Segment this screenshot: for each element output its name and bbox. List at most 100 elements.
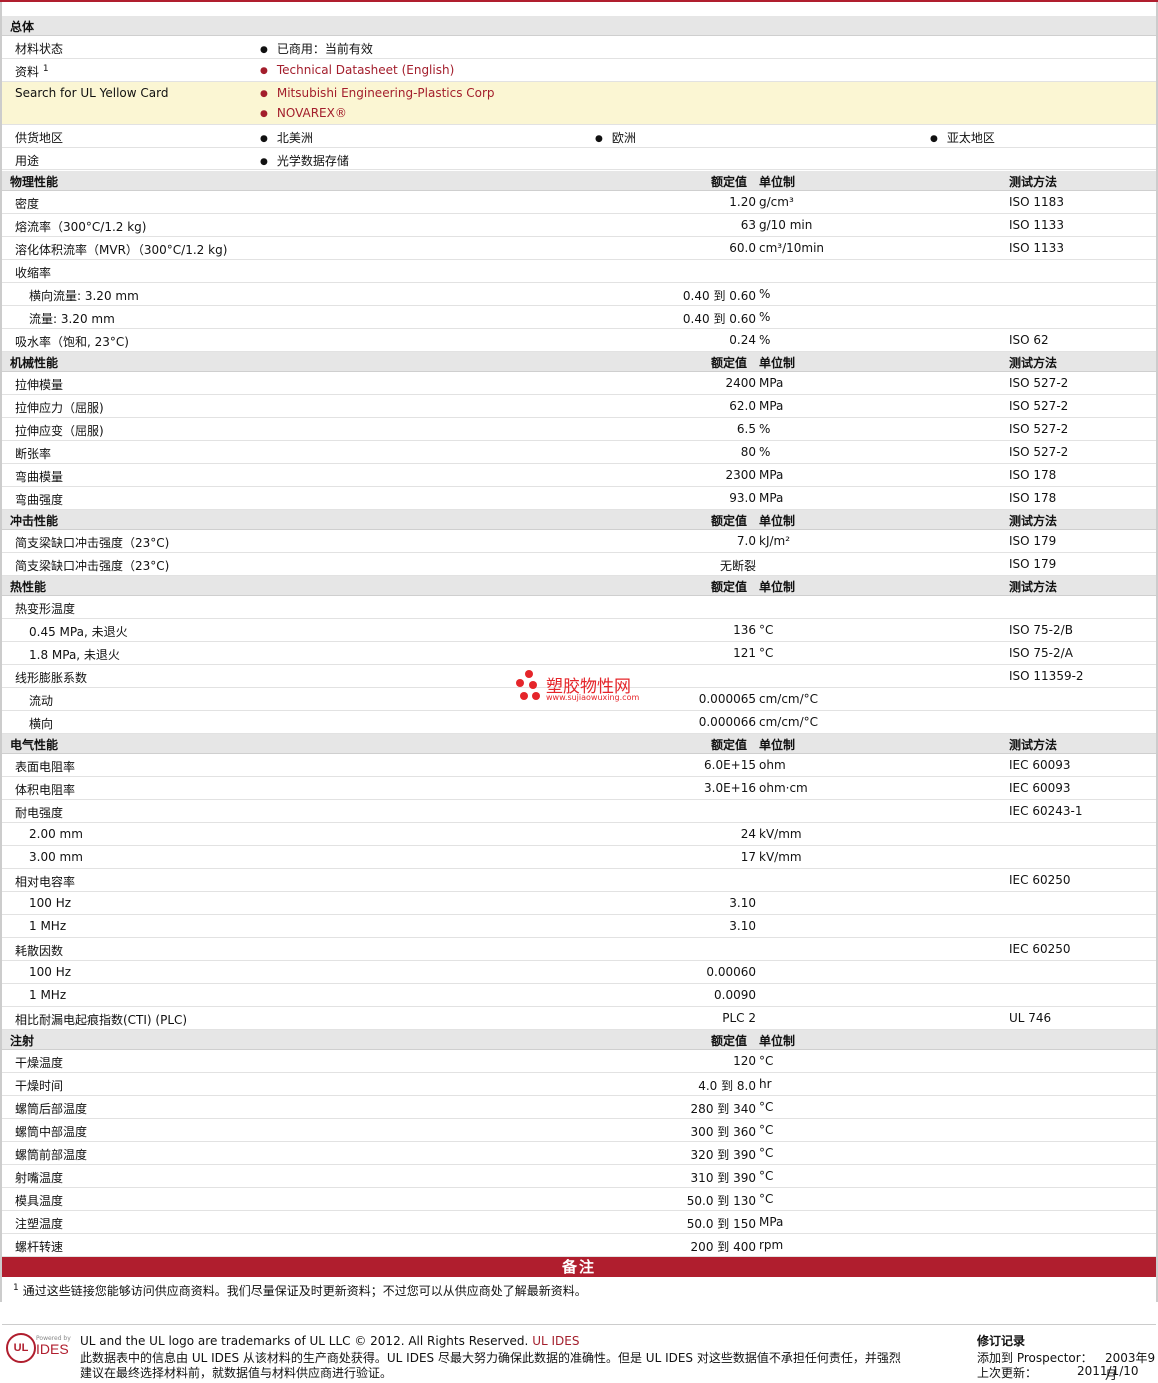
test-method: ISO 178	[1009, 468, 1057, 482]
column-header-unit: 单位制	[759, 175, 796, 189]
property-label: 耗散因数	[15, 944, 64, 958]
test-method: ISO 1133	[1009, 218, 1064, 232]
property-label: 表面电阻率	[15, 760, 76, 774]
technical-datasheet-link[interactable]: Technical Datasheet (English)	[260, 63, 454, 77]
footnote-number: 1	[13, 1283, 19, 1293]
property-row: 收缩率	[2, 260, 1156, 283]
property-value: 1.20	[729, 195, 756, 209]
row-label: 用途	[15, 154, 40, 168]
property-row: 注塑温度 50.0 到 150 MPa	[2, 1211, 1156, 1234]
property-label: 0.45 MPa, 未退火	[29, 625, 128, 639]
property-row: 耐电强度 IEC 60243-1	[2, 800, 1156, 823]
row-label: Search for UL Yellow Card	[15, 86, 169, 100]
property-row: 相比耐漏电起痕指数(CTI) (PLC) PLC 2 UL 746	[2, 1007, 1156, 1030]
property-unit: MPa	[759, 376, 784, 390]
property-row: 简支梁缺口冲击强度（23°C) 7.0 kJ/m² ISO 179	[2, 530, 1156, 553]
footer-divider	[2, 1324, 1156, 1325]
row-label: 材料状态	[15, 42, 64, 56]
section-title: 热性能	[10, 580, 47, 594]
property-label: 干燥温度	[15, 1056, 64, 1070]
property-unit: %	[759, 445, 771, 459]
section-title: 注射	[10, 1034, 35, 1048]
test-method: IEC 60250	[1009, 942, 1071, 956]
trademark-text: UL and the UL logo are trademarks of UL …	[80, 1334, 529, 1348]
property-unit: kJ/m²	[759, 534, 791, 548]
section-header-general: 总体	[2, 16, 1156, 36]
property-unit: ohm	[759, 758, 786, 772]
property-label: 1 MHz	[29, 919, 67, 933]
property-label: 收缩率	[15, 266, 52, 280]
property-label: 螺筒后部温度	[15, 1102, 88, 1116]
test-method: ISO 179	[1009, 534, 1057, 548]
property-unit: %	[759, 422, 771, 436]
test-method: ISO 75-2/B	[1009, 623, 1073, 637]
property-row: 体积电阻率 3.0E+16 ohm·cm IEC 60093	[2, 777, 1156, 800]
test-method: ISO 527-2	[1009, 445, 1069, 459]
footnote-ref: 1	[42, 64, 49, 74]
row-label: 供货地区	[15, 131, 64, 145]
property-unit: MPa	[759, 491, 784, 505]
yellow-card-link-brand[interactable]: NOVAREX®	[260, 106, 347, 120]
row-source: 资料 1 Technical Datasheet (English)	[2, 59, 1156, 82]
property-label: 注塑温度	[15, 1217, 64, 1231]
property-label: 100 Hz	[29, 896, 72, 910]
property-label: 流量: 3.20 mm	[29, 312, 115, 326]
test-method: IEC 60093	[1009, 781, 1071, 795]
property-row: 热变形温度	[2, 596, 1156, 619]
property-value: 2300	[725, 468, 756, 482]
property-value: 2400	[725, 376, 756, 390]
property-row: 弯曲强度 93.0 MPa ISO 178	[2, 487, 1156, 510]
trademark-line: UL and the UL logo are trademarks of UL …	[80, 1334, 579, 1348]
column-header-unit: 单位制	[759, 1034, 796, 1048]
property-value: 0.00060	[706, 965, 756, 979]
ul-ides-link[interactable]: UL IDES	[532, 1334, 579, 1348]
ul-logo-icon: UL	[6, 1333, 36, 1363]
section-title: 机械性能	[10, 356, 59, 370]
property-value: 136	[733, 623, 756, 637]
watermark-url: www.sujiaowuxing.com	[546, 693, 640, 702]
test-method: ISO 179	[1009, 557, 1057, 571]
property-value: 200 到 400	[690, 1240, 756, 1254]
property-value: 6.0E+15	[704, 758, 756, 772]
row-yellow-card: Search for UL Yellow Card Mitsubishi Eng…	[2, 82, 1156, 125]
property-label: 熔流率（300°C/1.2 kg)	[15, 220, 147, 234]
region-item: 亚太地区	[930, 129, 995, 146]
yellow-card-link-supplier[interactable]: Mitsubishi Engineering-Plastics Corp	[260, 86, 495, 100]
property-label: 拉伸应力（屈服)	[15, 401, 104, 415]
property-row: 100 Hz 0.00060	[2, 961, 1156, 984]
property-value: 0.40 到 0.60	[682, 289, 756, 303]
property-value: 50.0 到 150	[686, 1217, 756, 1231]
property-unit: °C	[759, 1100, 774, 1114]
property-value: 93.0	[729, 491, 756, 505]
disclaimer-line-2: 建议在最终选择材料前，就数据值与材料供应商进行验证。	[80, 1366, 393, 1380]
property-unit: kV/mm	[759, 850, 802, 864]
property-unit: kV/mm	[759, 827, 802, 841]
property-value: 120	[733, 1054, 756, 1068]
property-label: 螺筒中部温度	[15, 1125, 88, 1139]
property-label: 拉伸模量	[15, 378, 64, 392]
property-label: 1 MHz	[29, 988, 67, 1002]
property-row: 3.00 mm 17 kV/mm	[2, 846, 1156, 869]
property-value: 63	[740, 218, 756, 232]
property-row: 螺筒后部温度 280 到 340 °C	[2, 1096, 1156, 1119]
property-row: 横向 0.000066 cm/cm/°C	[2, 711, 1156, 734]
property-row: 拉伸应变（屈服) 6.5% ISO 527-2	[2, 418, 1156, 441]
property-unit: MPa	[759, 468, 784, 482]
section-header-impact: 冲击性能 额定值 单位制 测试方法	[2, 510, 1156, 530]
column-header-unit: 单位制	[759, 356, 796, 370]
row-material-status: 材料状态 已商用：当前有效	[2, 36, 1156, 59]
column-header-unit: 单位制	[759, 514, 796, 528]
ides-logo-text: IDES	[36, 1341, 69, 1357]
property-label: 流动	[29, 694, 54, 708]
section-title: 物理性能	[10, 175, 59, 189]
updated-label: 上次更新：	[977, 1366, 1038, 1380]
property-value: 80	[740, 445, 756, 459]
property-label: 简支梁缺口冲击强度（23°C)	[15, 559, 170, 573]
property-label: 射嘴温度	[15, 1171, 64, 1185]
property-label: 弯曲模量	[15, 470, 64, 484]
test-method: ISO 527-2	[1009, 399, 1069, 413]
source-label-text: 资料	[15, 65, 40, 79]
property-value: 310 到 390	[690, 1171, 756, 1185]
property-value: 62.0	[729, 399, 756, 413]
property-label: 简支梁缺口冲击强度（23°C)	[15, 536, 170, 550]
